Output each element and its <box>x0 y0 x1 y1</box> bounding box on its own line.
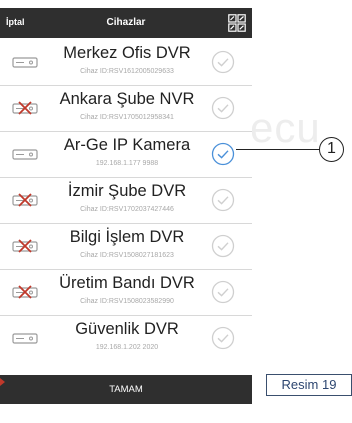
device-id: Cihaz ID:RSV1508027181623 <box>80 252 174 259</box>
device-row[interactable]: Bilgi İşlem DVR Cihaz ID:RSV1508027181623 <box>0 224 252 270</box>
recorder-online-icon <box>12 57 38 68</box>
device-id: Cihaz ID:RSV1508023582990 <box>80 298 174 305</box>
device-id: Cihaz ID:RSV1702037427446 <box>80 206 174 213</box>
device-name: Üretim Bandı DVR <box>59 274 195 292</box>
device-row[interactable]: Üretim Bandı DVR Cihaz ID:RSV150802358299… <box>0 270 252 316</box>
check-unselected-icon[interactable] <box>211 280 235 304</box>
arrow-indicator-icon <box>0 378 5 386</box>
recorder-offline-icon <box>12 101 38 115</box>
check-selected-icon[interactable] <box>211 142 235 166</box>
confirm-button[interactable]: TAMAM <box>0 375 252 404</box>
background-watermark-text: ecu <box>250 104 321 151</box>
device-name: Ankara Şube NVR <box>59 90 195 108</box>
recorder-online-icon <box>12 149 38 160</box>
callout-line <box>236 149 319 150</box>
check-unselected-icon[interactable] <box>211 188 235 212</box>
device-name: Ar-Ge IP Kamera <box>63 136 191 154</box>
page-title: Cihazlar <box>106 17 146 28</box>
device-row[interactable]: İzmir Şube DVR Cihaz ID:RSV1702037427446 <box>0 178 252 224</box>
device-row[interactable]: Güvenlik DVR 192.168.1.202 2020 <box>0 316 252 362</box>
device-name: İzmir Şube DVR <box>67 182 187 200</box>
device-name: Güvenlik DVR <box>75 320 179 338</box>
recorder-offline-icon <box>12 285 38 299</box>
device-name: Bilgi İşlem DVR <box>69 228 185 246</box>
confirm-button-label: TAMAM <box>109 384 143 395</box>
device-id: 192.168.1.202 2020 <box>95 344 159 351</box>
grid-view-icon[interactable] <box>228 14 246 32</box>
top-bar: İptal Cihazlar <box>0 8 252 38</box>
check-unselected-icon[interactable] <box>211 234 235 258</box>
device-id: Cihaz ID:RSV1705012958341 <box>80 114 174 121</box>
check-unselected-icon[interactable] <box>211 50 235 74</box>
check-unselected-icon[interactable] <box>211 326 235 350</box>
device-id: 192.168.1.177 9988 <box>95 160 159 167</box>
device-row[interactable]: Ar-Ge IP Kamera 192.168.1.177 9988 <box>0 132 252 178</box>
device-name: Merkez Ofis DVR <box>63 44 191 62</box>
callout-number: 1 <box>319 137 344 162</box>
figure-label: Resim 19 <box>266 374 352 396</box>
device-row[interactable]: Merkez Ofis DVR Cihaz ID:RSV1612005029633 <box>0 40 252 86</box>
check-unselected-icon[interactable] <box>211 96 235 120</box>
recorder-offline-icon <box>12 239 38 253</box>
recorder-offline-icon <box>12 193 38 207</box>
recorder-online-icon <box>12 333 38 344</box>
device-row[interactable]: Ankara Şube NVR Cihaz ID:RSV1705012958341 <box>0 86 252 132</box>
device-list-screen: İptal Cihazlar Merkez Ofis DVR Cihaz ID:R… <box>0 0 252 404</box>
device-list: Merkez Ofis DVR Cihaz ID:RSV1612005029633… <box>0 40 252 362</box>
device-id: Cihaz ID:RSV1612005029633 <box>80 68 174 75</box>
